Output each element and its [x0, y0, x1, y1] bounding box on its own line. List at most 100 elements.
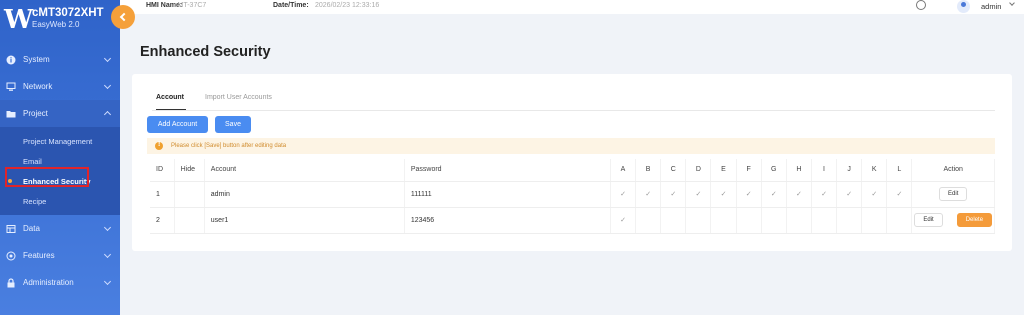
language-icon[interactable]: [916, 0, 926, 10]
page-title: Enhanced Security: [140, 44, 271, 60]
brand-logo: W: [4, 5, 34, 35]
sidebar-item-project[interactable]: Project: [0, 100, 120, 127]
highlight-box: [5, 167, 89, 187]
warning-banner: Please click [Save] button after editing…: [147, 138, 995, 154]
col-header-k: K: [861, 159, 888, 182]
sidebar-item-label: Project: [23, 109, 48, 118]
chevron-down-icon: [103, 250, 112, 259]
sidebar-collapse-button[interactable]: [111, 5, 135, 29]
cell-permission-k[interactable]: [861, 207, 888, 234]
sidebar-item-label: Features: [23, 251, 55, 260]
col-header-b: B: [635, 159, 662, 182]
brand: W cMT3072XHT EasyWeb 2.0: [0, 0, 120, 42]
col-header-password: Password: [404, 159, 611, 182]
warning-icon: [155, 141, 163, 150]
cell-id: 2: [150, 207, 175, 234]
chevron-down-icon: [103, 277, 112, 286]
sidebar-item-system[interactable]: System: [0, 46, 120, 73]
tab-bar: Account Import User Accounts: [156, 94, 1012, 110]
cell-permission-e[interactable]: [710, 207, 737, 234]
sidebar-item-label: Network: [23, 82, 53, 91]
check-icon[interactable]: ✓: [811, 181, 838, 208]
edit-button[interactable]: Edit: [939, 187, 968, 201]
cell-permission-i[interactable]: [811, 207, 838, 234]
check-icon[interactable]: ✓: [685, 181, 712, 208]
sidebar-item-features[interactable]: Features: [0, 242, 120, 269]
col-header-l: L: [886, 159, 913, 182]
sidebar-subitem-recipe[interactable]: Recipe: [0, 191, 120, 211]
accounts-table: ID Hide Account Password A B C D E F G H…: [150, 159, 995, 234]
col-header-i: I: [811, 159, 838, 182]
cell-permission-l[interactable]: [886, 207, 913, 234]
tab-account[interactable]: Account: [156, 94, 184, 101]
table-header-row: ID Hide Account Password A B C D E F G H…: [150, 159, 995, 182]
check-icon[interactable]: ✓: [786, 181, 812, 208]
cell-permission-h[interactable]: [786, 207, 812, 234]
check-icon[interactable]: ✓: [635, 181, 662, 208]
chevron-down-icon[interactable]: [1009, 0, 1015, 6]
check-icon[interactable]: ✓: [710, 181, 737, 208]
col-header-j: J: [836, 159, 863, 182]
check-icon[interactable]: ✓: [761, 181, 787, 208]
sidebar-item-label: Administration: [23, 278, 74, 287]
cell-hide[interactable]: [174, 207, 205, 234]
cell-permission-g[interactable]: [761, 207, 787, 234]
cell-permission-j[interactable]: [836, 207, 863, 234]
check-icon[interactable]: ✓: [836, 181, 863, 208]
check-icon[interactable]: ✓: [736, 181, 762, 208]
content-card: Account Import User Accounts Add Account…: [132, 74, 1012, 251]
col-header-d: D: [685, 159, 712, 182]
check-icon[interactable]: ✓: [660, 181, 687, 208]
chevron-down-icon: [103, 81, 112, 90]
col-header-account: Account: [204, 159, 405, 182]
cell-permission-f[interactable]: [736, 207, 762, 234]
col-header-id: ID: [150, 159, 175, 182]
cell-permission-b[interactable]: [635, 207, 662, 234]
cell-account: admin: [204, 181, 405, 208]
sidebar-item-data[interactable]: Data: [0, 215, 120, 242]
check-icon[interactable]: ✓: [610, 207, 637, 234]
cell-password: 123456: [404, 207, 611, 234]
user-name[interactable]: admin: [981, 2, 1001, 11]
col-header-h: H: [786, 159, 812, 182]
chevron-left-icon: [119, 12, 129, 22]
chevron-down-icon: [103, 54, 112, 63]
edit-button[interactable]: Edit: [914, 213, 943, 227]
device-model: cMT3072XHT: [32, 7, 104, 19]
add-account-button[interactable]: Add Account: [147, 116, 208, 133]
hmi-name-value: cMT-37C7: [174, 2, 207, 9]
top-bar: HMI Name: cMT-37C7 Date/Time: 2026/02/23…: [120, 0, 1024, 14]
col-header-c: C: [660, 159, 687, 182]
cell-id: 1: [150, 181, 175, 208]
sidebar-subitem-project-management[interactable]: Project Management: [0, 131, 120, 151]
check-icon[interactable]: ✓: [861, 181, 888, 208]
check-icon[interactable]: ✓: [610, 181, 637, 208]
save-button[interactable]: Save: [215, 116, 251, 133]
col-header-g: G: [761, 159, 787, 182]
warning-text: Please click [Save] button after editing…: [171, 143, 287, 149]
tab-divider: [152, 110, 995, 111]
col-header-e: E: [710, 159, 737, 182]
info-icon: [6, 55, 16, 64]
sidebar-item-network[interactable]: Network: [0, 73, 120, 100]
delete-button[interactable]: Delete: [956, 213, 993, 227]
cell-action: Edit: [911, 181, 995, 208]
cell-hide[interactable]: [174, 181, 205, 208]
cell-action: Edit Delete: [911, 207, 995, 234]
features-icon: [6, 251, 16, 260]
lock-icon: [7, 277, 15, 287]
user-avatar-icon[interactable]: [957, 0, 970, 13]
cell-permission-d[interactable]: [685, 207, 712, 234]
tab-import-user-accounts[interactable]: Import User Accounts: [205, 94, 272, 101]
check-icon[interactable]: ✓: [886, 181, 913, 208]
chevron-down-icon: [103, 223, 112, 232]
cell-permission-c[interactable]: [660, 207, 687, 234]
network-icon: [6, 82, 16, 91]
sidebar-item-administration[interactable]: Administration: [0, 269, 120, 296]
app-version: EasyWeb 2.0: [32, 20, 80, 29]
sidebar-item-label: Data: [23, 224, 40, 233]
datetime-value: 2026/02/23 12:33:16: [315, 2, 380, 9]
table-row: 2 user1 123456 ✓ Edit Delete: [150, 207, 995, 234]
data-icon: [6, 224, 16, 233]
folder-icon: [6, 110, 16, 117]
